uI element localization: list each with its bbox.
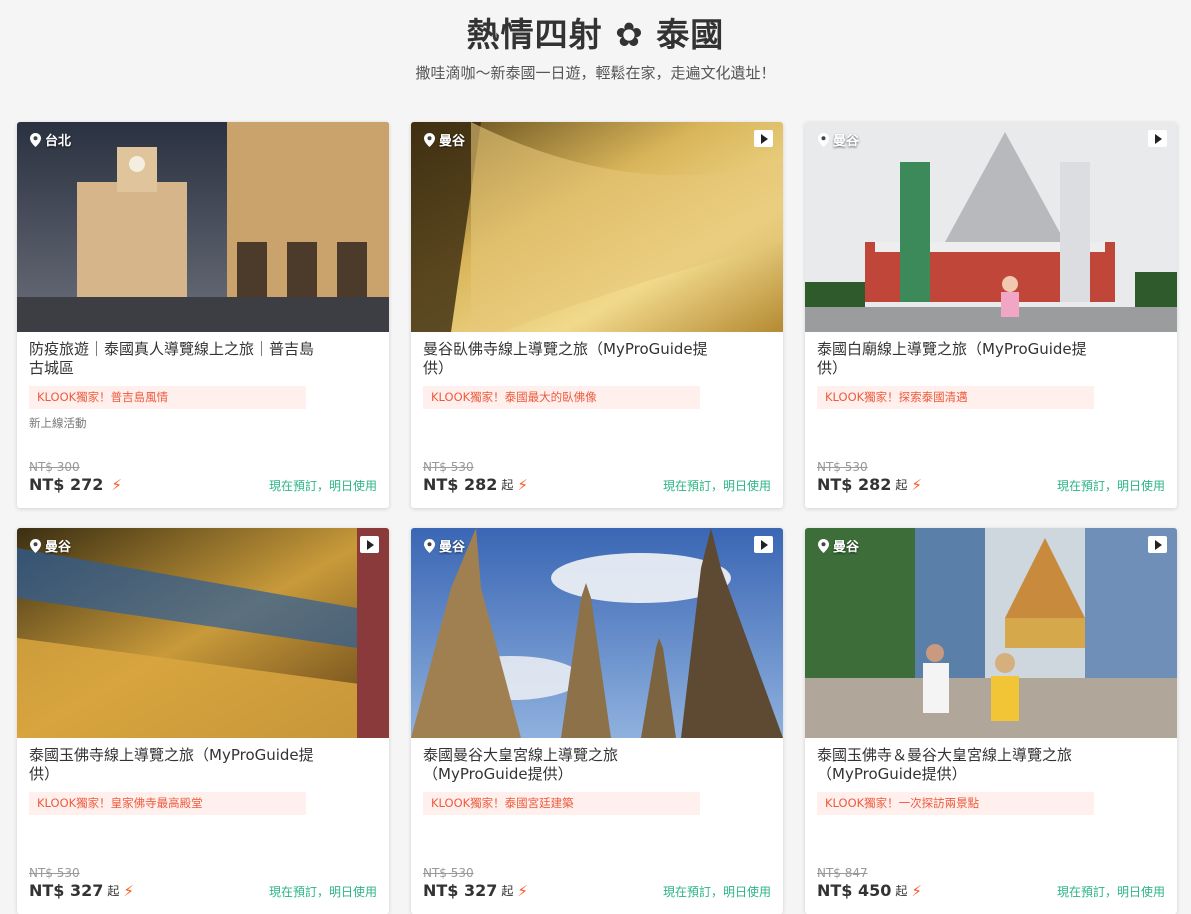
- video-play-icon[interactable]: [1148, 536, 1167, 553]
- original-price: NT$ 847: [817, 866, 868, 880]
- activity-title[interactable]: 曼谷臥佛寺線上導覽之旅（MyProGuide提供）: [423, 340, 713, 380]
- promo-tag: KLOOK獨家！一次探訪兩景點: [817, 792, 1094, 815]
- booking-note: 現在預訂，明日使用: [268, 885, 377, 899]
- lightning-icon: ⚡: [911, 475, 922, 494]
- activity-grid: 台北 防疫旅遊｜泰國真人導覽線上之旅｜普吉島古城區 KLOOK獨家！普吉島風情 …: [17, 122, 1177, 914]
- activity-title[interactable]: 防疫旅遊｜泰國真人導覽線上之旅｜普吉島古城區: [29, 340, 319, 380]
- lightning-icon: ⚡: [111, 475, 122, 494]
- lightning-icon: ⚡: [517, 475, 528, 494]
- activity-image[interactable]: 曼谷: [411, 528, 783, 738]
- location-pin-icon: [30, 132, 41, 147]
- video-play-icon[interactable]: [360, 536, 379, 553]
- activity-card[interactable]: 曼谷 泰國玉佛寺＆曼谷大皇宮線上導覽之旅（MyProGuide提供） KLOOK…: [805, 528, 1177, 914]
- price-area: NT$ 530 NT$ 282 起 ⚡ 現在預訂，明日使用: [817, 460, 1165, 494]
- location-pin-icon: [818, 538, 829, 553]
- video-play-icon[interactable]: [754, 130, 773, 147]
- booking-note: 現在預訂，明日使用: [662, 885, 771, 899]
- price-area: NT$ 530 NT$ 282 起 ⚡ 現在預訂，明日使用: [423, 460, 771, 494]
- activity-card[interactable]: 曼谷 泰國曼谷大皇宮線上導覽之旅（MyProGuide提供） KLOOK獨家！泰…: [411, 528, 783, 914]
- activity-title[interactable]: 泰國玉佛寺線上導覽之旅（MyProGuide提供）: [29, 746, 319, 786]
- activity-image[interactable]: 台北: [17, 122, 389, 332]
- page-header: 熱情四射 ✿ 泰國 撒哇滴咖～新泰國一日遊，輕鬆在家，走遍文化遺址！: [0, 0, 1191, 108]
- activity-image[interactable]: 曼谷: [17, 528, 389, 738]
- lightning-icon: ⚡: [911, 881, 922, 900]
- activity-image[interactable]: 曼谷: [805, 528, 1177, 738]
- location-pin-icon: [818, 132, 829, 147]
- original-price: NT$ 300: [29, 460, 80, 474]
- price-area: NT$ 847 NT$ 450 起 ⚡ 現在預訂，明日使用: [817, 866, 1165, 900]
- lightning-icon: ⚡: [517, 881, 528, 900]
- price-area: NT$ 530 NT$ 327 起 ⚡ 現在預訂，明日使用: [423, 866, 771, 900]
- booking-note: 現在預訂，明日使用: [662, 479, 771, 493]
- booking-note: 現在預訂，明日使用: [1056, 479, 1165, 493]
- activity-title[interactable]: 泰國白廟線上導覽之旅（MyProGuide提供）: [817, 340, 1107, 380]
- page-subtitle: 撒哇滴咖～新泰國一日遊，輕鬆在家，走遍文化遺址！: [415, 64, 776, 82]
- activity-card[interactable]: 曼谷 曼谷臥佛寺線上導覽之旅（MyProGuide提供） KLOOK獨家！泰國最…: [411, 122, 783, 508]
- activity-image[interactable]: 曼谷: [411, 122, 783, 332]
- location-pin-icon: [30, 538, 41, 553]
- location-label: 曼谷: [424, 130, 465, 149]
- location-label: 曼谷: [818, 536, 859, 555]
- original-price: NT$ 530: [423, 460, 474, 474]
- original-price: NT$ 530: [817, 460, 868, 474]
- price-area: NT$ 300 NT$ 272 ⚡ 現在預訂，明日使用: [29, 460, 377, 494]
- location-label: 曼谷: [818, 130, 859, 149]
- activity-card[interactable]: 曼谷 泰國玉佛寺線上導覽之旅（MyProGuide提供） KLOOK獨家！皇家佛…: [17, 528, 389, 914]
- location-label: 曼谷: [424, 536, 465, 555]
- promo-tag: KLOOK獨家！探索泰國清邁: [817, 386, 1094, 409]
- lightning-icon: ⚡: [123, 881, 134, 900]
- promo-tag: KLOOK獨家！泰國最大的臥佛像: [423, 386, 700, 409]
- video-play-icon[interactable]: [1148, 130, 1167, 147]
- original-price: NT$ 530: [29, 866, 80, 880]
- video-play-icon[interactable]: [754, 536, 773, 553]
- location-pin-icon: [424, 538, 435, 553]
- activity-card[interactable]: 曼谷 泰國白廟線上導覽之旅（MyProGuide提供） KLOOK獨家！探索泰國…: [805, 122, 1177, 508]
- promo-tag: KLOOK獨家！泰國宮廷建築: [423, 792, 700, 815]
- booking-note: 現在預訂，明日使用: [268, 479, 377, 493]
- activity-card[interactable]: 台北 防疫旅遊｜泰國真人導覽線上之旅｜普吉島古城區 KLOOK獨家！普吉島風情 …: [17, 122, 389, 508]
- promo-tag: KLOOK獨家！普吉島風情: [29, 386, 306, 409]
- booking-note: 現在預訂，明日使用: [1056, 885, 1165, 899]
- new-activity-label: 新上線活動: [29, 416, 87, 430]
- activity-title[interactable]: 泰國曼谷大皇宮線上導覽之旅（MyProGuide提供）: [423, 746, 713, 786]
- location-label: 曼谷: [30, 536, 71, 555]
- page-title: 熱情四射 ✿ 泰國: [466, 15, 725, 54]
- activity-image[interactable]: 曼谷: [805, 122, 1177, 332]
- price-area: NT$ 530 NT$ 327 起 ⚡ 現在預訂，明日使用: [29, 866, 377, 900]
- promo-tag: KLOOK獨家！皇家佛寺最高殿堂: [29, 792, 306, 815]
- original-price: NT$ 530: [423, 866, 474, 880]
- location-label: 台北: [30, 130, 71, 149]
- activity-title[interactable]: 泰國玉佛寺＆曼谷大皇宮線上導覽之旅（MyProGuide提供）: [817, 746, 1107, 786]
- location-pin-icon: [424, 132, 435, 147]
